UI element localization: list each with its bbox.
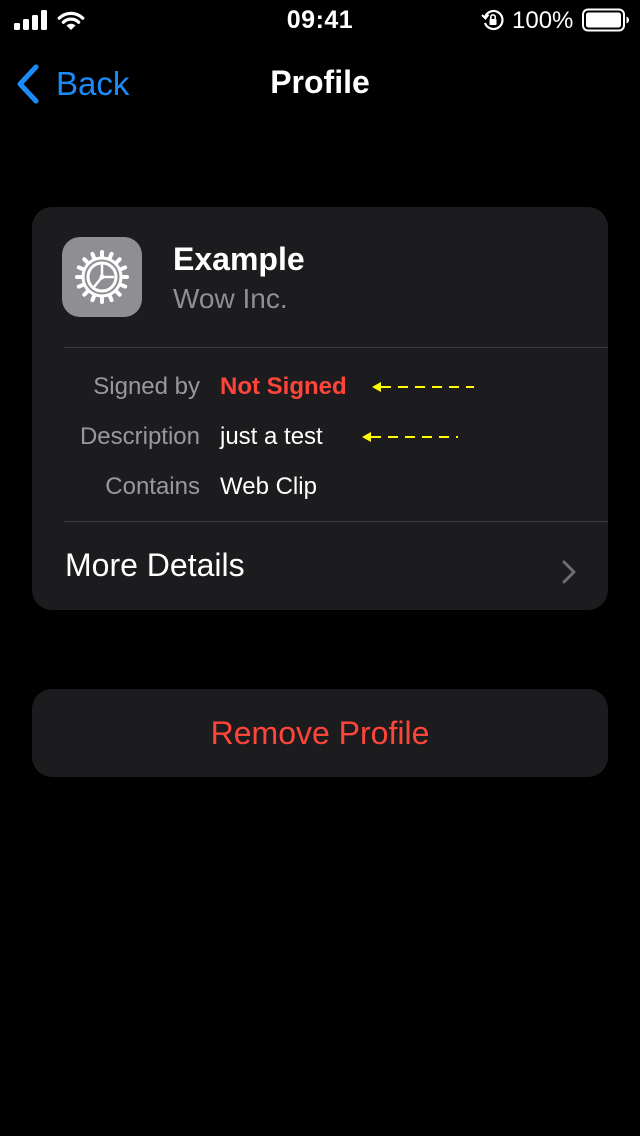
battery-percent: 100% <box>512 7 574 34</box>
remove-profile-label: Remove Profile <box>210 714 430 751</box>
detail-label: Signed by <box>93 373 200 400</box>
signing-status-value: Not Signed <box>220 373 347 400</box>
rotation-lock-icon <box>481 9 504 31</box>
more-details-button[interactable]: More Details <box>32 522 608 610</box>
detail-row-description: Description just a test <box>32 423 608 463</box>
detail-row-signed-by: Signed by Not Signed <box>32 373 608 413</box>
settings-gear-icon <box>62 237 142 317</box>
battery-icon <box>582 8 629 32</box>
detail-row-contains: Contains Web Clip <box>32 473 608 513</box>
nav-bar: Back Profile <box>0 44 640 124</box>
status-bar: 09:41 100% <box>0 0 640 40</box>
profile-organization: Wow Inc. <box>173 283 288 314</box>
description-value: just a test <box>220 423 323 450</box>
chevron-right-icon <box>562 560 576 584</box>
contains-value: Web Clip <box>220 473 317 500</box>
profile-name: Example <box>173 241 305 277</box>
more-details-label: More Details <box>65 547 245 583</box>
detail-label: Contains <box>105 473 200 500</box>
arrow-annotation-icon <box>362 432 458 442</box>
remove-profile-button[interactable]: Remove Profile <box>32 689 608 777</box>
divider <box>64 347 608 348</box>
page-title: Profile <box>270 64 370 100</box>
arrow-annotation-icon <box>372 382 474 392</box>
profile-card: Example Wow Inc. Signed by Not Signed De… <box>32 207 608 610</box>
detail-label: Description <box>79 423 200 450</box>
